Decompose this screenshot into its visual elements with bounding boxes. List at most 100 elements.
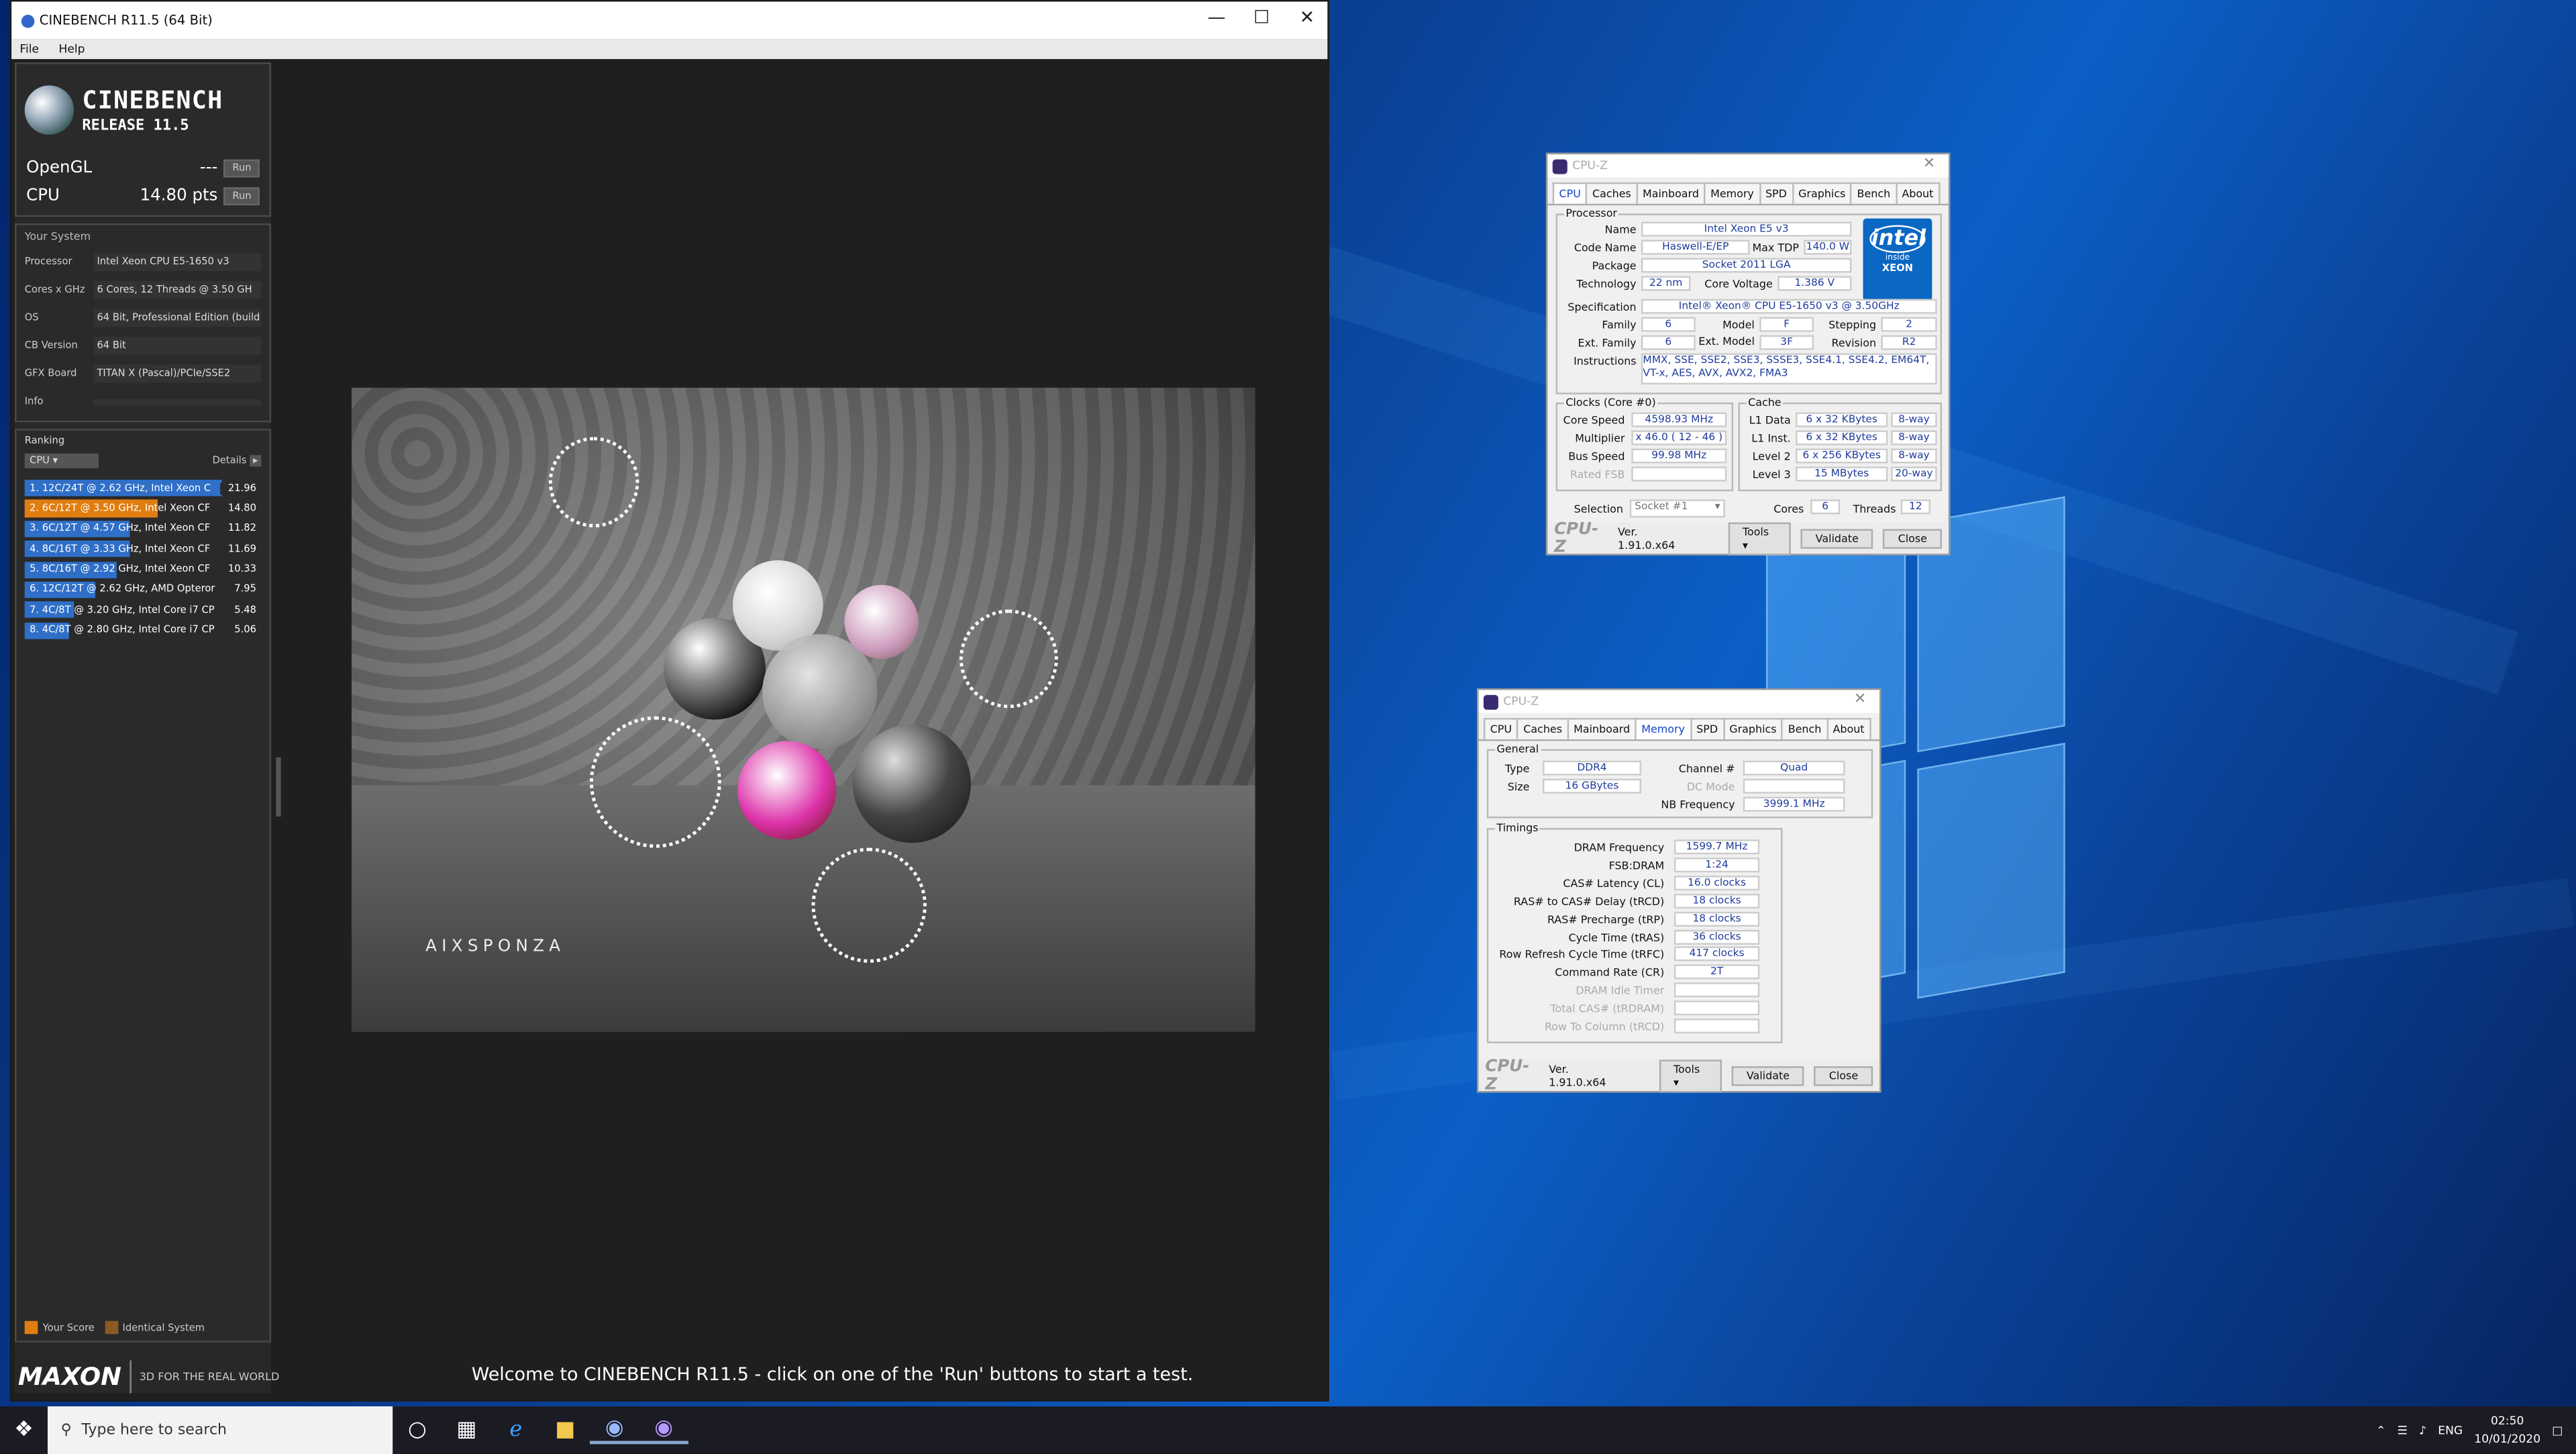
general-group: General Type DDR4 Size 16 GBytes Channel…: [1486, 742, 1873, 819]
tab-graphics[interactable]: Graphics: [1722, 718, 1784, 739]
ratedfsb-value: [1631, 466, 1727, 482]
ranking-row[interactable]: 4. 8C/16T @ 3.33 GHz, Intel Xeon CF 11.69: [24, 539, 262, 559]
close-icon[interactable]: ✕: [1300, 7, 1315, 28]
tools-button[interactable]: Tools ▾: [1659, 1059, 1722, 1092]
timing-value: 16.0 clocks: [1673, 875, 1760, 890]
tab-cpu[interactable]: CPU: [1483, 718, 1518, 739]
tab-bench[interactable]: Bench: [1850, 182, 1897, 204]
clock[interactable]: 02:50 10/01/2020: [2474, 1412, 2540, 1449]
cpuz-tabs: CPU Caches Mainboard Memory SPD Graphics Bench…: [1478, 713, 1879, 741]
tab-mainboard[interactable]: Mainboard: [1567, 718, 1637, 739]
opengl-run-button[interactable]: Run: [224, 159, 260, 178]
minimize-icon[interactable]: —: [1208, 7, 1226, 28]
dandelion-ornament: [959, 609, 1058, 709]
close-icon[interactable]: ✕: [1923, 156, 1935, 172]
task-view-icon[interactable]: ▦: [442, 1418, 491, 1443]
tab-about[interactable]: About: [1895, 182, 1941, 204]
tab-graphics[interactable]: Graphics: [1792, 182, 1853, 204]
l2-label: Level 2: [1752, 450, 1791, 464]
timing-label: Command Rate (CR): [1555, 966, 1665, 980]
ranking-row[interactable]: 3. 6C/12T @ 4.57 GHz, Intel Xeon CF 11.82: [24, 519, 262, 539]
menu-file[interactable]: File: [19, 43, 39, 56]
tab-cpu[interactable]: CPU: [1552, 182, 1588, 204]
tools-button[interactable]: Tools ▾: [1727, 521, 1791, 555]
family-value: 6: [1641, 317, 1696, 332]
arrow-right-icon: ▸: [250, 455, 262, 467]
close-button[interactable]: Close: [1814, 1065, 1873, 1086]
system-key: OS: [24, 312, 39, 324]
chevron-up-icon[interactable]: ⌃: [2376, 1424, 2385, 1437]
cortana-icon[interactable]: ○: [393, 1418, 442, 1443]
close-button[interactable]: Close: [1883, 528, 1943, 548]
network-icon[interactable]: ☰: [2398, 1424, 2408, 1437]
cinebench-taskbar-icon[interactable]: ◉: [589, 1416, 639, 1445]
corespeed-label: Core Speed: [1563, 414, 1625, 427]
tab-mainboard[interactable]: Mainboard: [1636, 182, 1706, 204]
cpuz-titlebar[interactable]: CPU-Z ✕: [1478, 690, 1879, 713]
cpuz-tabs: CPU Caches Mainboard Memory SPD Graphics Bench…: [1547, 177, 1949, 206]
cpuz-taskbar-icon[interactable]: ◉: [639, 1416, 688, 1445]
timing-value: 2T: [1673, 965, 1760, 980]
multiplier-label: Multiplier: [1575, 431, 1625, 446]
tab-memory[interactable]: Memory: [1635, 718, 1692, 739]
ranking-row[interactable]: 2. 6C/12T @ 3.50 GHz, Intel Xeon CF 14.80: [24, 499, 262, 519]
l3-way: 20-way: [1891, 466, 1937, 482]
ranking-score: 10.33: [220, 564, 262, 576]
tab-spd[interactable]: SPD: [1690, 718, 1724, 739]
l2-value: 6 x 256 KBytes: [1796, 448, 1888, 464]
file-explorer-icon[interactable]: ■: [541, 1418, 590, 1443]
maximize-icon[interactable]: ☐: [1253, 7, 1270, 28]
ranking-row[interactable]: 1. 12C/24T @ 2.62 GHz, Intel Xeon C 21.96: [24, 478, 262, 499]
ranking-score: 11.82: [220, 523, 262, 535]
search-icon: ⚲: [60, 1422, 72, 1439]
search-box[interactable]: ⚲ Type here to search: [48, 1406, 393, 1454]
l2-way: 8-way: [1891, 448, 1937, 464]
validate-button[interactable]: Validate: [1800, 528, 1873, 548]
cpuz-app-icon: [1483, 694, 1498, 709]
cpuz-cpu-window: CPU-Z ✕ CPU Caches Mainboard Memory SPD Graphi…: [1545, 152, 1951, 556]
tab-spd[interactable]: SPD: [1759, 182, 1794, 204]
stepping-label: Stepping: [1828, 319, 1877, 332]
system-value[interactable]: [93, 398, 262, 405]
legend-identical: Identical System: [122, 1321, 205, 1334]
tab-caches[interactable]: Caches: [1586, 182, 1638, 204]
language-indicator[interactable]: ENG: [2438, 1424, 2463, 1437]
notification-icon[interactable]: □: [2552, 1424, 2563, 1437]
threads-label: Threads: [1853, 503, 1896, 516]
tab-bench[interactable]: Bench: [1781, 718, 1828, 739]
nbfreq-value: 3999.1 MHz: [1743, 796, 1845, 812]
ranking-row[interactable]: 7. 4C/8T @ 3.20 GHz, Intel Core i7 CP 5.4…: [24, 600, 262, 620]
volume-icon[interactable]: ♪: [2419, 1424, 2426, 1437]
maxon-footer: MAXON 3D FOR THE REAL WORLD: [18, 1360, 279, 1394]
extmodel-value: 3F: [1759, 335, 1814, 350]
processor-group-label: Processor: [1563, 207, 1619, 221]
ranking-label: 7. 4C/8T @ 3.20 GHz, Intel Core i7 CP: [30, 604, 215, 616]
panel-splitter[interactable]: [276, 757, 281, 817]
channel-label: Channel #: [1678, 762, 1735, 776]
ranking-row[interactable]: 8. 4C/8T @ 2.80 GHz, Intel Core i7 CP 5.0…: [24, 621, 262, 641]
tab-about[interactable]: About: [1826, 718, 1871, 739]
cinebench-titlebar[interactable]: CINEBENCH R11.5 (64 Bit) — ☐ ✕: [11, 1, 1328, 40]
selection-dropdown[interactable]: Socket #1 ▾: [1629, 499, 1725, 518]
opengl-score: ---: [199, 159, 218, 178]
timing-value: [1673, 1019, 1760, 1034]
ranking-label: 2. 6C/12T @ 3.50 GHz, Intel Xeon CF: [30, 503, 211, 515]
close-icon[interactable]: ✕: [1854, 692, 1866, 708]
details-button[interactable]: Details ▸: [212, 455, 262, 467]
tab-memory[interactable]: Memory: [1704, 182, 1761, 204]
windows-start-icon[interactable]: ❖: [0, 1418, 48, 1443]
tab-caches[interactable]: Caches: [1516, 718, 1569, 739]
your-system-panel: Your System Processor Intel Xeon CPU E5-1…: [15, 223, 271, 423]
menu-help[interactable]: Help: [58, 43, 85, 56]
ranking-row[interactable]: 6. 12C/12T @ 2.62 GHz, AMD Opteror 7.95: [24, 580, 262, 600]
validate-button[interactable]: Validate: [1731, 1065, 1805, 1086]
ranking-select[interactable]: CPU ▾: [24, 453, 99, 468]
ranking-row[interactable]: 5. 8C/16T @ 2.92 GHz, Intel Xeon CF 10.33: [24, 560, 262, 580]
processor-group: Processor Name Intel Xeon E5 v3 Code Nam…: [1555, 207, 1943, 395]
pink-sphere: [737, 741, 837, 840]
cpu-run-button[interactable]: Run: [224, 187, 260, 206]
clock-date: 10/01/2020: [2474, 1431, 2541, 1445]
edge-icon[interactable]: ℯ: [491, 1418, 540, 1443]
revision-value: R2: [1881, 335, 1937, 350]
cpuz-titlebar[interactable]: CPU-Z ✕: [1547, 154, 1949, 178]
